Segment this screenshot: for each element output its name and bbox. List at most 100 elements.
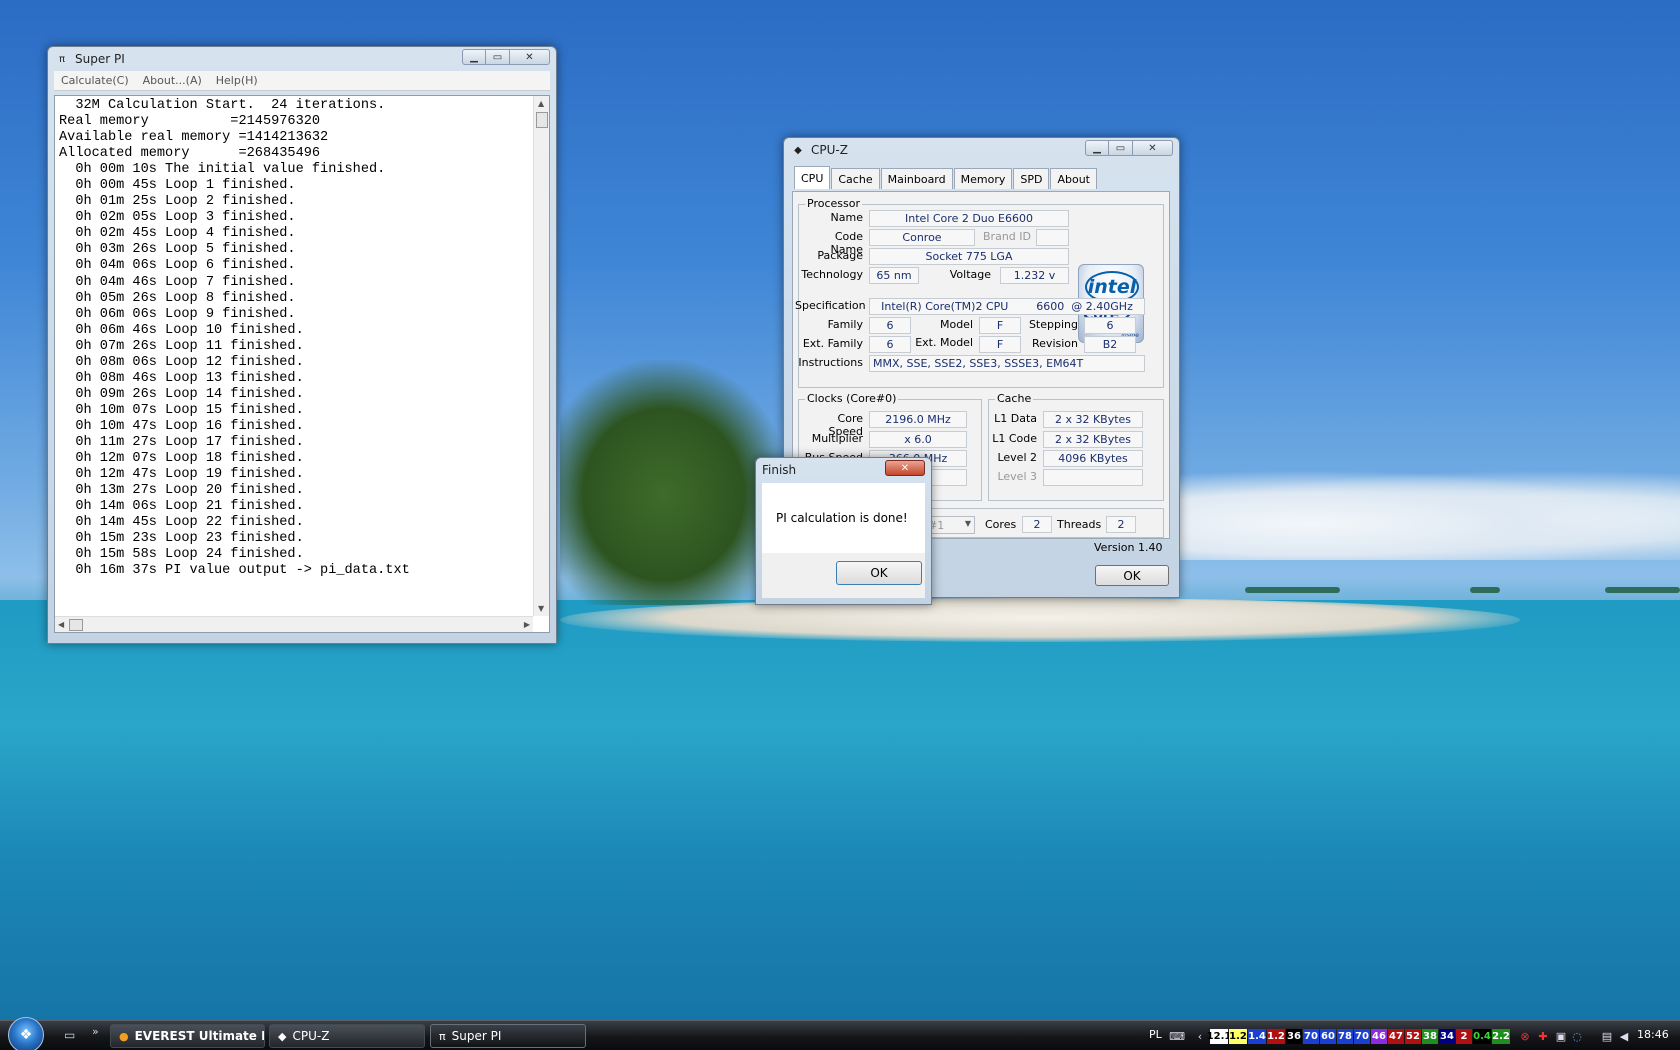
close-button[interactable]: ✕ <box>510 49 550 65</box>
task-cpuz[interactable]: ◆ CPU-Z <box>269 1024 425 1048</box>
sensor-indicator[interactable]: 1.2 <box>1267 1029 1285 1044</box>
codename-field: Conroe <box>869 229 975 246</box>
scrollbar-thumb[interactable] <box>536 112 548 128</box>
sensor-indicator[interactable]: 0.4 <box>1473 1029 1491 1044</box>
brandid-label: Brand ID <box>983 230 1031 243</box>
sensor-indicator[interactable]: 34 <box>1439 1029 1455 1044</box>
menu-calculate[interactable]: Calculate(C) <box>54 74 136 87</box>
task-everest[interactable]: ● EVEREST Ultimate E... <box>110 1024 265 1048</box>
technology-label: Technology <box>801 268 863 281</box>
instructions-field: MMX, SSE, SSE2, SSE3, SSSE3, EM64T <box>869 355 1145 372</box>
cores-field: 2 <box>1022 516 1052 533</box>
technology-field: 65 nm <box>869 267 919 284</box>
clock[interactable]: 18:46 <box>1637 1028 1669 1041</box>
sensor-indicator[interactable]: 38 <box>1422 1029 1438 1044</box>
log-line: 0h 15m 58s Loop 24 finished. <box>59 547 304 563</box>
l1data-label: L1 Data <box>994 412 1037 425</box>
cpuz-ok-button[interactable]: OK <box>1095 565 1169 586</box>
tab-memory[interactable]: Memory <box>953 168 1013 189</box>
sensor-indicator[interactable]: 70 <box>1354 1029 1370 1044</box>
scroll-left-icon[interactable]: ◀ <box>58 620 64 629</box>
minimize-button[interactable]: ▁ <box>1085 140 1109 156</box>
chevron-down-icon: ▼ <box>964 519 971 528</box>
log-line: 0h 07m 26s Loop 11 finished. <box>59 338 304 354</box>
network-icon[interactable]: ▤ <box>1600 1029 1614 1043</box>
close-button[interactable]: ✕ <box>1133 140 1173 156</box>
sensor-indicator[interactable]: 1.4 <box>1248 1029 1266 1044</box>
finish-window-controls: ✕ <box>885 460 925 476</box>
level3-label: Level 3 <box>997 470 1037 483</box>
log-line: 0h 06m 06s Loop 9 finished. <box>59 306 296 322</box>
menu-about[interactable]: About...(A) <box>136 74 209 87</box>
tray-app-icon[interactable]: ▣ <box>1554 1029 1568 1043</box>
finish-ok-button[interactable]: OK <box>836 561 922 585</box>
volume-icon[interactable]: ◀ <box>1617 1029 1631 1043</box>
close-button[interactable]: ✕ <box>885 460 925 476</box>
sensor-indicator[interactable]: 2.2 <box>1492 1029 1510 1044</box>
keyboard-icon[interactable]: ⌨ <box>1169 1029 1185 1043</box>
log-line: Available real memory =1414213632 <box>59 130 329 146</box>
horizontal-scrollbar[interactable]: ◀ ▶ <box>55 616 533 632</box>
level2-label: Level 2 <box>997 451 1037 464</box>
language-indicator[interactable]: PL <box>1149 1028 1162 1041</box>
quicklaunch-more-icon[interactable]: » <box>92 1025 99 1038</box>
extfamily-label: Ext. Family <box>802 337 863 350</box>
vertical-scrollbar[interactable]: ▲ ▼ <box>533 96 549 616</box>
tab-cpu[interactable]: CPU <box>794 166 831 189</box>
maximize-button[interactable]: ▭ <box>1109 140 1133 156</box>
sensor-indicator[interactable]: 47 <box>1388 1029 1404 1044</box>
sensor-indicator[interactable]: 36 <box>1286 1029 1302 1044</box>
scrollbar-thumb[interactable] <box>69 619 83 631</box>
sensor-indicator[interactable]: 2 <box>1456 1029 1472 1044</box>
sensor-indicator[interactable]: 60 <box>1320 1029 1336 1044</box>
threads-field: 2 <box>1106 516 1136 533</box>
wallpaper-far-island <box>1605 587 1680 593</box>
scroll-up-icon[interactable]: ▲ <box>538 99 544 108</box>
sensor-indicator[interactable]: 78 <box>1337 1029 1353 1044</box>
tab-cache[interactable]: Cache <box>831 168 880 189</box>
security-icon[interactable]: ⊗ <box>1518 1029 1532 1043</box>
show-desktop-icon[interactable]: ▭ <box>64 1028 75 1042</box>
sensor-indicator[interactable]: 70 <box>1303 1029 1319 1044</box>
specification-label: Specification <box>795 299 866 312</box>
log-line: 32M Calculation Start. 24 iterations. <box>59 98 386 113</box>
cpuz-window-controls: ▁ ▭ ✕ <box>1085 140 1173 156</box>
log-line: 0h 05m 26s Loop 8 finished. <box>59 290 296 306</box>
log-line: 0h 08m 46s Loop 13 finished. <box>59 370 304 386</box>
start-button[interactable]: ❖ <box>8 1017 44 1050</box>
scroll-right-icon[interactable]: ▶ <box>524 620 530 629</box>
tab-mainboard[interactable]: Mainboard <box>880 168 953 189</box>
log-line: 0h 16m 37s PI value output -> pi_data.tx… <box>59 563 410 579</box>
sensor-indicator[interactable]: 52 <box>1405 1029 1421 1044</box>
superpi-title: Super PI <box>75 52 125 66</box>
cpuz-version: Version 1.40 <box>1094 541 1163 554</box>
log-line: 0h 11m 27s Loop 17 finished. <box>59 434 304 450</box>
update-icon[interactable]: ◌ <box>1570 1029 1584 1043</box>
model-label: Model <box>939 318 973 331</box>
tab-about[interactable]: About <box>1050 168 1097 189</box>
menu-help[interactable]: Help(H) <box>209 74 265 87</box>
tray-expand-icon[interactable]: ‹ <box>1193 1029 1207 1043</box>
alert-icon[interactable]: ✚ <box>1536 1029 1550 1043</box>
minimize-button[interactable]: ▁ <box>462 49 486 65</box>
tab-spd[interactable]: SPD <box>1013 168 1050 189</box>
sensor-indicator[interactable]: 12.1 <box>1207 1029 1231 1044</box>
voltage-label: Voltage <box>949 268 991 281</box>
superpi-output[interactable]: 32M Calculation Start. 24 iterations. Rea… <box>54 95 550 633</box>
stepping-label: Stepping <box>1028 318 1078 331</box>
level3-field <box>1043 469 1143 486</box>
wallpaper-sea <box>0 600 1680 1020</box>
task-cpuz-label: CPU-Z <box>292 1029 330 1043</box>
log-line: 0h 10m 47s Loop 16 finished. <box>59 418 304 434</box>
revision-label: Revision <box>1032 337 1078 350</box>
maximize-button[interactable]: ▭ <box>486 49 510 65</box>
processor-group-label: Processor <box>805 197 862 210</box>
windows-logo-icon: ❖ <box>19 1027 33 1043</box>
family-field: 6 <box>869 317 911 334</box>
finish-dialog: Finish ✕ PI calculation is done! OK <box>755 457 932 605</box>
task-superpi[interactable]: π Super PI <box>430 1024 586 1048</box>
sensor-indicator[interactable]: 46 <box>1371 1029 1387 1044</box>
sensor-indicator[interactable]: 1.2 <box>1229 1029 1247 1044</box>
scroll-down-icon[interactable]: ▼ <box>538 604 544 613</box>
extfamily-field: 6 <box>869 336 911 353</box>
